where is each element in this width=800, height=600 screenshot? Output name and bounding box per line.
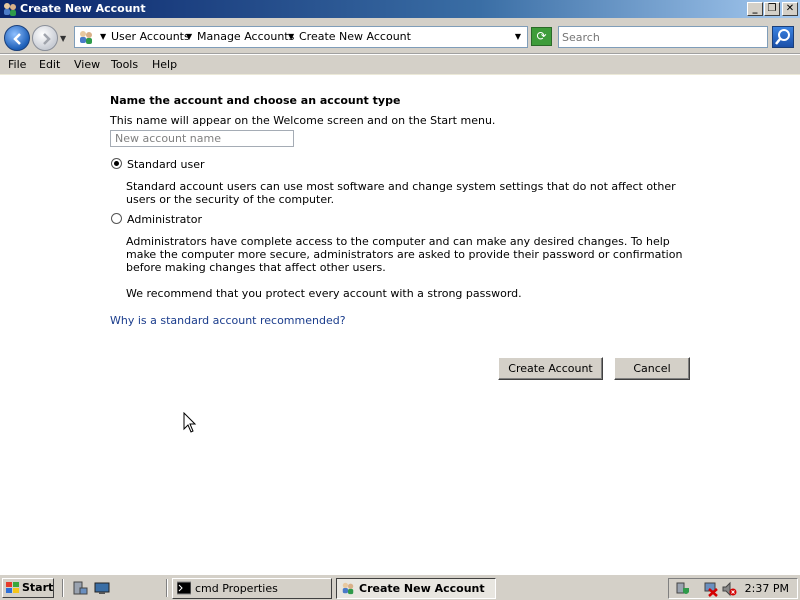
search-button[interactable]	[772, 26, 794, 48]
menu-file[interactable]: File	[8, 58, 26, 71]
content-area: Name the account and choose an account t…	[0, 76, 800, 574]
taskbar-button-cmd-properties[interactable]: cmd Properties	[172, 578, 332, 599]
menu-tools[interactable]: Tools	[111, 58, 138, 71]
standard-user-description: Standard account users can use most soft…	[126, 180, 676, 206]
forward-button[interactable]	[32, 25, 58, 51]
standard-user-radio[interactable]	[111, 158, 122, 169]
start-button[interactable]: Start	[2, 578, 54, 598]
chevron-down-icon[interactable]: ▼	[288, 32, 294, 41]
cancel-button[interactable]: Cancel	[614, 357, 690, 380]
task-label: Create New Account	[359, 582, 485, 595]
recent-pages-dropdown[interactable]: ▼	[60, 34, 66, 43]
search-box[interactable]	[558, 26, 768, 48]
menu-bar: File Edit View Tools Help	[0, 55, 800, 75]
name-instructions: This name will appear on the Welcome scr…	[110, 114, 496, 127]
chevron-down-icon[interactable]: ▼	[100, 32, 106, 41]
standard-account-help-link[interactable]: Why is a standard account recommended?	[110, 314, 346, 327]
chevron-down-icon[interactable]: ▼	[186, 32, 192, 41]
minimize-button[interactable]: _	[747, 2, 763, 16]
refresh-icon: ⟳	[536, 29, 547, 43]
server-manager-icon[interactable]	[72, 580, 88, 596]
taskbar-separator	[62, 579, 64, 597]
back-arrow-icon	[13, 33, 21, 45]
administrator-label[interactable]: Administrator	[127, 213, 202, 226]
show-desktop-icon[interactable]	[94, 580, 110, 596]
breadcrumb-create-new-account[interactable]: Create New Account	[299, 30, 411, 43]
navigation-bar: ▼ ▼ User Accounts ▼ Manage Accounts ▼ Cr…	[0, 18, 800, 54]
command-prompt-icon	[177, 581, 191, 595]
back-button[interactable]	[4, 25, 30, 51]
network-disconnected-icon[interactable]	[703, 581, 719, 597]
password-recommendation: We recommend that you protect every acco…	[126, 287, 522, 300]
administrator-description: Administrators have complete access to t…	[126, 235, 683, 274]
windows-logo-icon	[6, 582, 19, 593]
mouse-cursor-icon	[183, 412, 197, 433]
control-panel-icon	[80, 31, 92, 44]
page-title: Name the account and choose an account t…	[110, 94, 401, 107]
users-icon	[342, 582, 354, 595]
security-shield-icon[interactable]	[675, 581, 691, 597]
standard-user-label[interactable]: Standard user	[127, 158, 205, 171]
taskbar-button-create-new-account[interactable]: Create New Account	[336, 578, 496, 599]
search-input[interactable]	[559, 27, 767, 47]
administrator-radio[interactable]	[111, 213, 122, 224]
breadcrumb-user-accounts[interactable]: User Accounts	[111, 30, 190, 43]
task-label: cmd Properties	[195, 582, 278, 595]
window-title: Create New Account	[20, 2, 146, 15]
account-name-input[interactable]	[110, 130, 294, 147]
volume-muted-icon[interactable]	[721, 581, 737, 597]
start-label: Start	[22, 581, 54, 594]
refresh-button[interactable]: ⟳	[531, 27, 552, 46]
taskbar: Start cmd Properties Create New Account …	[0, 574, 800, 600]
address-bar[interactable]: ▼ User Accounts ▼ Manage Accounts ▼ Crea…	[74, 26, 528, 48]
search-icon	[775, 29, 790, 45]
menu-view[interactable]: View	[74, 58, 100, 71]
menu-edit[interactable]: Edit	[39, 58, 60, 71]
system-tray: 2:37 PM	[668, 578, 798, 599]
create-account-button[interactable]: Create Account	[498, 357, 603, 380]
clock[interactable]: 2:37 PM	[745, 582, 789, 595]
close-button[interactable]: ✕	[782, 2, 798, 16]
title-bar[interactable]: Create New Account _ ❐ ✕	[0, 0, 800, 18]
address-dropdown-icon[interactable]: ▼	[515, 32, 521, 41]
menu-help[interactable]: Help	[152, 58, 177, 71]
restore-button[interactable]: ❐	[764, 2, 780, 16]
forward-arrow-icon	[43, 33, 51, 45]
taskbar-separator	[166, 579, 168, 597]
breadcrumb-manage-accounts[interactable]: Manage Accounts	[197, 30, 294, 43]
users-icon	[4, 3, 16, 16]
